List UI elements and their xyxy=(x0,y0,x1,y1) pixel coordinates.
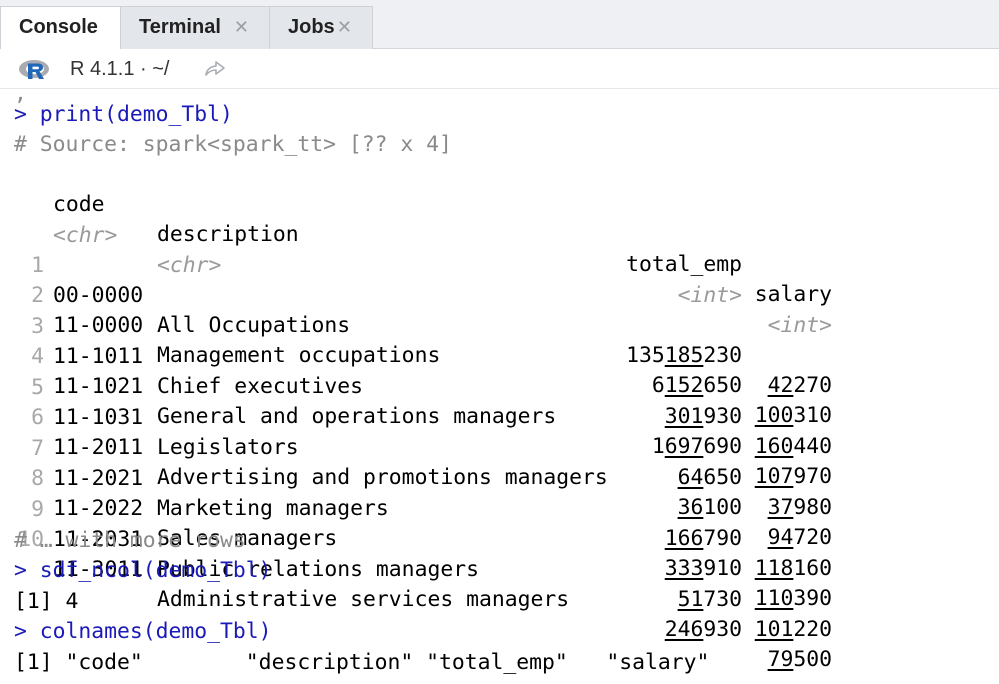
console-output[interactable]: , > print(demo_Tbl) # Source: spark<spar… xyxy=(0,89,999,684)
cell-salary: 94720 xyxy=(748,523,832,553)
output-ncol: [1] 4 xyxy=(14,589,79,614)
digit-group-underlined: 246 xyxy=(664,617,704,642)
digit-group: 390 xyxy=(793,586,832,611)
digit-group-underlined: 110 xyxy=(754,586,794,611)
digit-group-underlined: 166 xyxy=(664,526,704,551)
tab-terminal[interactable]: Terminal ✕ xyxy=(120,6,270,49)
digit-group: 790 xyxy=(703,526,742,551)
r-logo-icon xyxy=(19,60,49,79)
table-header: code description total_emp salary xyxy=(0,160,999,307)
table-types: <chr> <chr> <int> <int> xyxy=(0,191,999,338)
digit-group: 930 xyxy=(703,617,742,642)
table-row: 7 11-2021 Marketing managers 166790 1181… xyxy=(0,404,999,581)
digit-group: 220 xyxy=(793,617,832,642)
digit-group: 720 xyxy=(793,525,832,550)
goto-directory-icon[interactable] xyxy=(204,58,226,78)
digit-group: 730 xyxy=(703,587,742,612)
digit-group-underlined: 118 xyxy=(754,556,794,581)
cell-salary: 110390 xyxy=(748,584,832,614)
pane-tab-bar: Console Terminal ✕ Jobs ✕ xyxy=(0,0,999,50)
cell-description: Administrative services managers xyxy=(157,587,570,612)
digit-group-underlined: 79 xyxy=(767,647,794,672)
table-row: 2 11-0000 Management occupations 6152650… xyxy=(0,251,999,428)
cell-salary: 118160 xyxy=(748,554,832,584)
table-row: 10 11-3011 Administrative services manag… xyxy=(0,495,999,672)
table-row: 3 11-1011 Chief executives 301930 160440 xyxy=(0,282,999,459)
cell-total-emp: 333910 xyxy=(620,554,742,584)
cell-total-emp: 166790 xyxy=(620,524,742,554)
cell-total-emp: 51730 xyxy=(620,585,742,615)
tab-jobs-label: Jobs xyxy=(288,16,335,38)
digit-group-underlined: 94 xyxy=(767,525,794,550)
source-comment: # Source: spark<spark_tt> [?? x 4] xyxy=(14,132,452,157)
digit-group: 500 xyxy=(793,647,832,672)
tab-console-label: Console xyxy=(19,16,98,38)
cell-total-emp: 246930 xyxy=(620,615,742,645)
digit-group-underlined: 333 xyxy=(664,556,704,581)
cell-salary: 79500 xyxy=(748,645,832,675)
table-row: 6 11-2011 Advertising and promotions man… xyxy=(0,373,999,550)
close-icon[interactable]: ✕ xyxy=(234,7,249,48)
table-row: 1 00-0000 All Occupations 135185230 4227… xyxy=(0,221,999,398)
command-colnames: > colnames(demo_Tbl) xyxy=(14,619,272,644)
digit-group-underlined: 101 xyxy=(754,617,794,642)
r-version-path: R 4.1.1 · ~/ xyxy=(70,58,170,80)
command-sdf-ncol: > sdf_ncol(demo_Tbl) xyxy=(14,558,272,583)
cell-salary: 101220 xyxy=(748,615,832,645)
more-rows-comment: # … with more rows xyxy=(14,528,246,553)
digit-group: 910 xyxy=(703,556,742,581)
close-icon[interactable]: ✕ xyxy=(337,7,352,48)
table-row: 9 11-2031 Public relations managers 5173… xyxy=(0,465,999,642)
table-row: 5 11-1031 Legislators 64650 37980 xyxy=(0,343,999,520)
table-row: 4 11-1021 General and operations manager… xyxy=(0,312,999,489)
tab-console[interactable]: Console xyxy=(0,6,121,50)
tab-jobs[interactable]: Jobs ✕ xyxy=(269,6,373,49)
digit-group-underlined: 51 xyxy=(677,587,704,612)
command-print: > print(demo_Tbl) xyxy=(14,102,233,127)
table-row: 8 11-2022 Sales managers 333910 110390 xyxy=(0,434,999,611)
output-colnames: [1] "code" "description" "total_emp" "sa… xyxy=(14,650,710,675)
tab-terminal-label: Terminal xyxy=(139,16,221,38)
digit-group: 160 xyxy=(793,556,832,581)
